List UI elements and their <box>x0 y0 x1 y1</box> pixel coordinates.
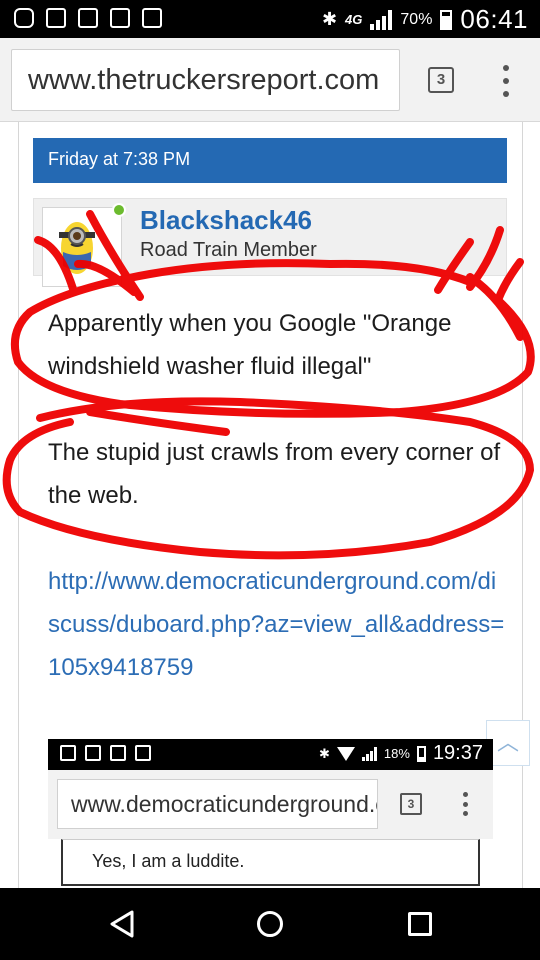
embedded-page: Yes, I am a luddite. <box>48 839 493 888</box>
embedded-screenshot[interactable]: ✱ 18% 19:37 www.democraticunderground.co… <box>48 739 493 888</box>
battery-icon <box>416 745 426 762</box>
home-icon[interactable] <box>257 911 283 937</box>
embedded-quote: Yes, I am a luddite. <box>61 839 480 886</box>
mail-icon <box>135 745 151 761</box>
recents-icon[interactable] <box>408 912 432 936</box>
tabs-icon[interactable]: 3 <box>428 67 454 93</box>
wifi-icon <box>336 746 355 761</box>
post-paragraph: The stupid just crawls from every corner… <box>48 439 501 509</box>
avatar[interactable] <box>42 207 122 287</box>
system-icons: ✱ 4G 70% 06:41 <box>322 4 528 35</box>
bbm-icon <box>85 745 101 761</box>
overflow-menu-icon <box>460 792 470 816</box>
post-link[interactable]: http://www.democraticunderground.com/dis… <box>48 560 508 689</box>
navigation-bar <box>0 888 540 960</box>
battery-percent: 70% <box>400 10 433 28</box>
overflow-menu-icon[interactable] <box>498 65 514 97</box>
battery-icon <box>440 9 453 30</box>
tabs-icon: 3 <box>400 793 422 815</box>
chat-icon <box>14 8 34 28</box>
back-icon[interactable] <box>108 909 138 939</box>
user-info: Blackshack46 Road Train Member <box>33 198 507 287</box>
url-bar[interactable]: www.thetruckersreport.com <box>11 49 400 111</box>
browser-toolbar: www.thetruckersreport.com 3 <box>0 38 540 122</box>
embedded-status-bar: ✱ 18% 19:37 <box>48 739 493 770</box>
post-paragraph: Apparently when you Google "Orange winds… <box>48 310 452 380</box>
clock: 06:41 <box>460 4 528 34</box>
embedded-browser-toolbar: www.democraticunderground.com 3 <box>48 770 493 839</box>
bluetooth-icon: ✱ <box>321 9 338 29</box>
embedded-url-bar: www.democraticunderground.com <box>57 779 378 829</box>
notification-icons <box>14 8 162 28</box>
storage-icon <box>60 745 76 761</box>
post-date-bar[interactable]: Friday at 7:38 PM <box>33 138 507 183</box>
page-content: Friday at 7:38 PM Blackshack46 Road Trai… <box>0 122 540 888</box>
user-title: Road Train Member <box>140 239 317 257</box>
signal-icon <box>361 746 377 761</box>
storage-icon <box>142 8 162 28</box>
status-bar: ✱ 4G 70% 06:41 <box>0 0 540 38</box>
bluetooth-icon: ✱ <box>319 745 330 761</box>
embedded-clock: 19:37 <box>432 742 483 764</box>
signal-icon <box>370 9 393 30</box>
username-link[interactable]: Blackshack46 <box>140 205 312 236</box>
post-body: Apparently when you Google "Orange winds… <box>48 302 508 689</box>
gmail-icon <box>78 8 98 28</box>
bbm-icon <box>46 8 66 28</box>
network-type: 4G <box>345 12 363 27</box>
minion-avatar-icon <box>43 208 121 286</box>
gallery-icon <box>110 745 126 761</box>
online-status-indicator <box>112 203 126 217</box>
embedded-battery-percent: 18% <box>383 746 410 761</box>
mail-icon <box>110 8 130 28</box>
